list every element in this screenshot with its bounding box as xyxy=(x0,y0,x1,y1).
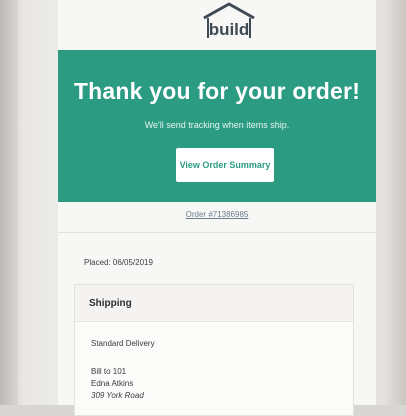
house-logo-icon: build xyxy=(203,2,255,39)
shipping-title: Shipping xyxy=(89,298,132,309)
monitor-screen: build Thank you for your order! We'll se… xyxy=(0,0,406,416)
section-divider xyxy=(58,232,376,233)
monitor-bezel-right xyxy=(384,0,406,405)
logo-wordmark: build xyxy=(209,20,250,39)
address-line: 309 York Road xyxy=(91,391,144,400)
placed-date: Placed: 06/05/2019 xyxy=(84,258,153,267)
thank-you-banner: Thank you for your order! We'll send tra… xyxy=(58,50,376,202)
delivery-method: Standard Delivery xyxy=(91,339,155,348)
shipping-header: Shipping xyxy=(75,285,353,322)
order-confirmation-email: build Thank you for your order! We'll se… xyxy=(58,0,376,416)
build-logo[interactable]: build xyxy=(200,2,258,40)
order-number-link[interactable]: Order #71386985 xyxy=(58,210,376,219)
banner-title: Thank you for your order! xyxy=(73,78,361,104)
address-line: Edna Atkins xyxy=(91,379,134,388)
shipping-card: Shipping Standard Delivery Bill to 101 E… xyxy=(74,284,354,416)
monitor-bezel-left xyxy=(0,0,18,405)
address-line: Bill to 101 xyxy=(91,367,127,376)
view-order-summary-button[interactable]: View Order Summary xyxy=(176,148,274,182)
banner-subtitle: We'll send tracking when items ship. xyxy=(144,120,290,130)
